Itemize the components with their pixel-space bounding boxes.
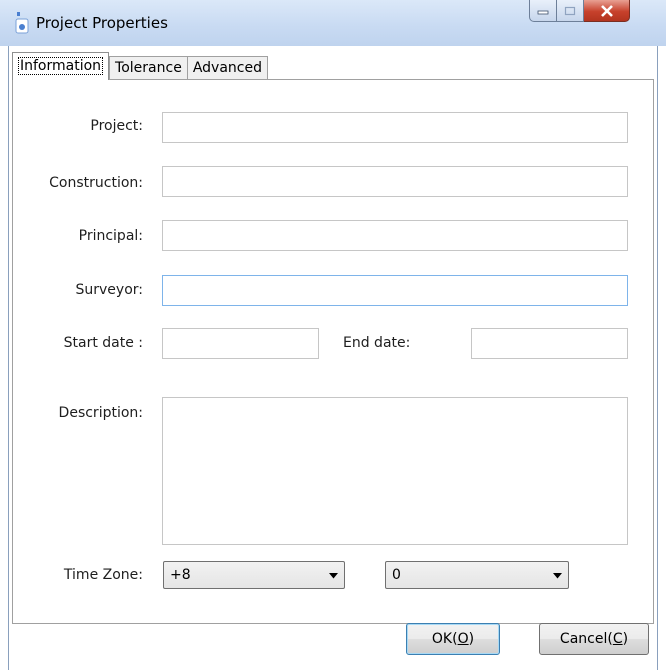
tab-strip: Information Tolerance Advanced (12, 52, 268, 80)
end-date-label: End date: (343, 335, 411, 351)
principal-label: Principal: (78, 228, 143, 244)
tab-information-label: Information (18, 57, 104, 75)
chevron-down-icon (553, 573, 562, 579)
construction-label: Construction: (49, 175, 143, 191)
project-input[interactable] (162, 112, 628, 143)
end-date-input[interactable] (471, 328, 628, 359)
timezone-minutes-value: 0 (392, 567, 401, 583)
close-icon (600, 4, 613, 17)
tab-tolerance-label: Tolerance (115, 60, 182, 76)
cancel-button-text: Cancel( (559, 631, 613, 647)
tab-information[interactable]: Information (12, 52, 110, 80)
tab-advanced-label: Advanced (192, 60, 262, 76)
minimize-icon (537, 10, 549, 14)
tab-tolerance[interactable]: Tolerance (109, 56, 188, 80)
surveyor-label: Surveyor: (75, 282, 144, 298)
dialog-client-area: Information Tolerance Advanced Project: … (8, 46, 658, 670)
project-label: Project: (90, 118, 143, 134)
construction-input[interactable] (162, 166, 628, 197)
timezone-label: Time Zone: (63, 567, 143, 583)
timezone-hours-select[interactable]: +8 (163, 561, 345, 589)
description-label: Description: (58, 405, 143, 421)
tab-advanced[interactable]: Advanced (186, 56, 268, 80)
information-panel: Project: Construction: Principal: Survey… (12, 79, 654, 624)
title-bar[interactable]: Project Properties (0, 0, 666, 46)
principal-input[interactable] (162, 220, 628, 251)
window-title: Project Properties (36, 14, 168, 32)
surveyor-input[interactable] (162, 275, 628, 306)
chevron-down-icon (329, 573, 338, 579)
maximize-button[interactable] (557, 0, 584, 22)
cancel-button-tail: ) (622, 631, 629, 647)
ok-button[interactable]: OK(O) (406, 623, 500, 655)
cancel-mnemonic: C (612, 631, 623, 647)
project-icon (14, 12, 30, 34)
close-button[interactable] (584, 0, 630, 22)
ok-button-tail: ) (468, 631, 475, 647)
start-date-input[interactable] (162, 328, 319, 359)
start-date-label: Start date : (63, 335, 143, 351)
timezone-hours-value: +8 (170, 567, 191, 583)
ok-mnemonic: O (457, 631, 469, 647)
timezone-minutes-select[interactable]: 0 (385, 561, 569, 589)
minimize-button[interactable] (529, 0, 557, 22)
cancel-button[interactable]: Cancel(C) (539, 623, 649, 655)
maximize-icon (564, 6, 576, 15)
ok-button-text: OK( (431, 631, 458, 647)
description-textarea[interactable] (162, 397, 628, 545)
